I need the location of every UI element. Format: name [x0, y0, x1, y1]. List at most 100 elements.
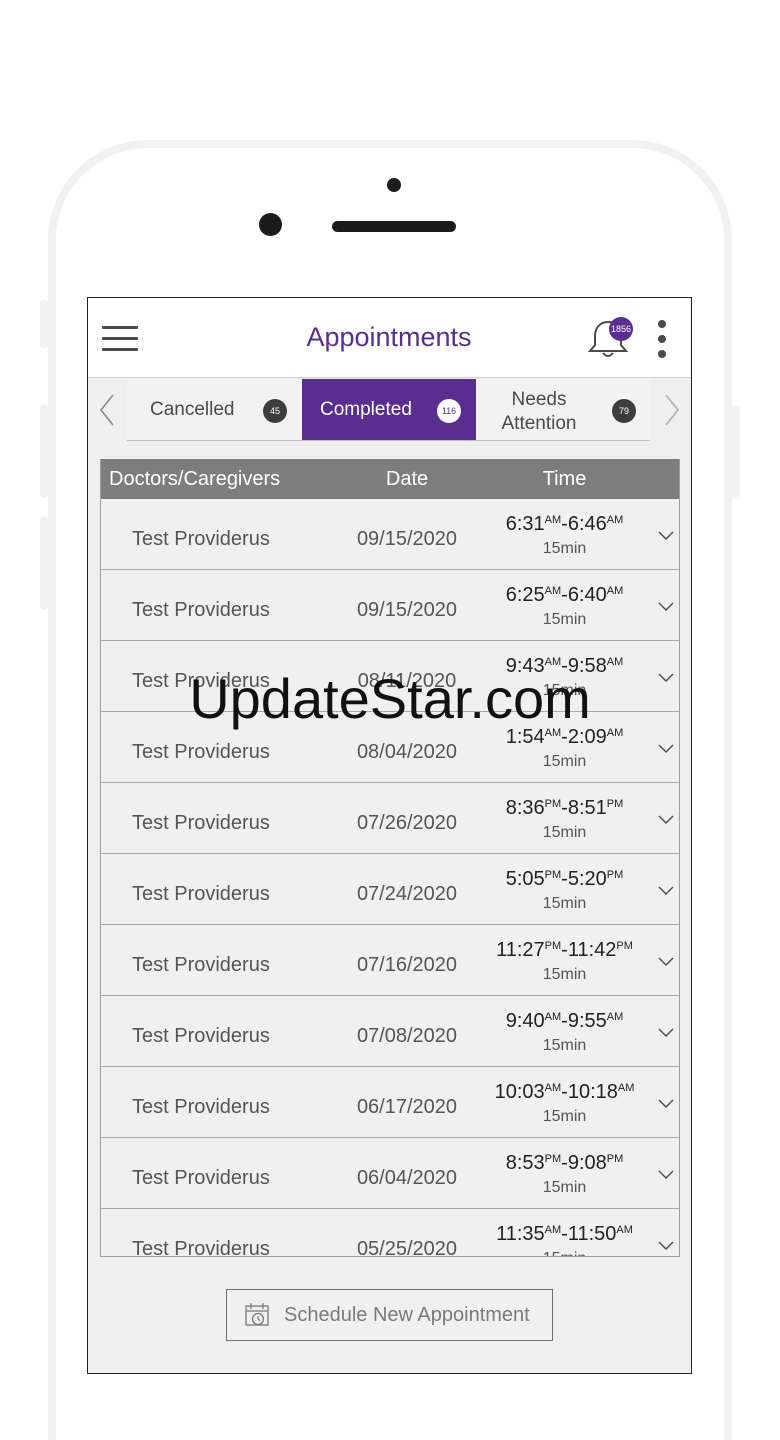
end-ampm: AM [606, 1011, 624, 1023]
end-ampm: AM [617, 1082, 635, 1094]
kebab-icon[interactable] [657, 320, 667, 360]
table-row[interactable]: Test Providerus 06/04/2020 8:53PM-9:08PM 15… [101, 1138, 679, 1209]
chevron-down-icon[interactable] [657, 956, 675, 968]
time-separator: - [561, 655, 568, 677]
chevron-down-icon[interactable] [657, 1027, 675, 1039]
tab-cancelled[interactable]: Cancelled 45 [127, 379, 302, 441]
time-separator: - [561, 584, 568, 606]
table-row[interactable]: Test Providerus 08/11/2020 9:43AM-9:58AM 15… [101, 641, 679, 712]
provider-name: Test Providerus [132, 670, 270, 692]
appointment-time: 9:43AM-9:58AM [486, 655, 643, 678]
phone-front-camera [259, 213, 282, 236]
time-separator: - [561, 1081, 568, 1103]
chevron-down-icon[interactable] [657, 885, 675, 897]
tab-label: Needs Attention [501, 389, 577, 434]
chevron-down-icon[interactable] [657, 1169, 675, 1181]
phone-speaker [332, 221, 456, 232]
column-header: Date [385, 468, 429, 490]
appointment-duration: 15min [542, 682, 587, 699]
tab-label: Cancelled [150, 399, 235, 420]
provider-name: Test Providerus [132, 599, 270, 621]
time-separator: - [561, 1223, 568, 1245]
table-header: Doctors/Caregivers Date Time [101, 459, 679, 499]
schedule-button-label: Schedule New Appointment [284, 1304, 530, 1326]
appointment-duration: 15min [542, 753, 587, 770]
provider-name: Test Providerus [132, 1025, 270, 1047]
table-row[interactable]: Test Providerus 08/04/2020 1:54AM-2:09AM 15… [101, 712, 679, 783]
appointment-time: 6:31AM-6:46AM [486, 513, 643, 536]
start-ampm: PM [544, 869, 562, 881]
end-time: 2:09 [567, 726, 607, 748]
chevron-down-icon[interactable] [657, 601, 675, 613]
appointment-date: 06/04/2020 [356, 1167, 458, 1189]
start-ampm: PM [544, 940, 562, 952]
chevron-down-icon[interactable] [657, 1098, 675, 1110]
chevron-down-icon[interactable] [657, 672, 675, 684]
start-ampm: AM [544, 1011, 562, 1023]
end-time: 6:40 [567, 584, 607, 606]
appointment-date: 09/15/2020 [356, 528, 458, 550]
chevron-right-icon[interactable] [656, 390, 686, 430]
provider-name: Test Providerus [132, 1167, 270, 1189]
appointment-date: 07/24/2020 [356, 883, 458, 905]
end-time: 11:42 [567, 939, 617, 961]
table-row[interactable]: Test Providerus 07/26/2020 8:36PM-8:51PM 15… [101, 783, 679, 854]
phone-side-button [40, 517, 48, 609]
end-time: 5:20 [567, 868, 607, 890]
chevron-down-icon[interactable] [657, 530, 675, 542]
tab-count-badge: 79 [612, 399, 636, 423]
time-separator: - [561, 1152, 568, 1174]
appointment-time: 11:35AM-11:50AM [486, 1223, 643, 1246]
appointment-duration: 15min [542, 824, 587, 841]
table-row[interactable]: Test Providerus 09/15/2020 6:31AM-6:46AM 15… [101, 499, 679, 570]
appointment-date: 07/26/2020 [356, 812, 458, 834]
appointment-time: 8:36PM-8:51PM [486, 797, 643, 820]
chevron-left-icon[interactable] [93, 390, 123, 430]
end-ampm: PM [606, 798, 624, 810]
provider-name: Test Providerus [132, 883, 270, 905]
end-time: 9:08 [567, 1152, 607, 1174]
chevron-down-icon[interactable] [657, 1240, 675, 1252]
time-separator: - [561, 797, 568, 819]
table-row[interactable]: Test Providerus 05/25/2020 11:35AM-11:50AM… [101, 1209, 679, 1256]
table-row[interactable]: Test Providerus 07/08/2020 9:40AM-9:55AM 15… [101, 996, 679, 1067]
table-row[interactable]: Test Providerus 07/16/2020 11:27PM-11:42PM… [101, 925, 679, 996]
end-ampm: PM [606, 1153, 624, 1165]
phone-side-button [40, 300, 48, 348]
appointment-time: 9:40AM-9:55AM [486, 1010, 643, 1033]
chevron-down-icon[interactable] [657, 814, 675, 826]
table-row[interactable]: Test Providerus 07/24/2020 5:05PM-5:20PM 15… [101, 854, 679, 925]
appointment-time: 1:54AM-2:09AM [486, 726, 643, 749]
start-time: 5:05 [505, 868, 545, 890]
table-row[interactable]: Test Providerus 09/15/2020 6:25AM-6:40AM 15… [101, 570, 679, 641]
table-row[interactable]: Test Providerus 06/17/2020 10:03AM-10:18AM… [101, 1067, 679, 1138]
appointment-date: 06/17/2020 [356, 1096, 458, 1118]
end-time: 9:55 [567, 1010, 607, 1032]
end-ampm: AM [606, 585, 624, 597]
tab-needs-attention[interactable]: Needs Attention 79 [476, 379, 650, 441]
schedule-new-appointment-button[interactable]: Schedule New Appointment [226, 1289, 553, 1341]
column-header: Time [542, 468, 587, 490]
appointment-time: 8:53PM-9:08PM [486, 1152, 643, 1175]
appointment-time: 6:25AM-6:40AM [486, 584, 643, 607]
provider-name: Test Providerus [132, 812, 270, 834]
appointment-duration: 15min [542, 1179, 587, 1196]
tab-count-badge: 116 [437, 399, 461, 423]
chevron-down-icon[interactable] [657, 743, 675, 755]
end-time: 8:51 [567, 797, 607, 819]
appointment-date: 07/08/2020 [356, 1025, 458, 1047]
calendar-clock-icon [245, 1303, 269, 1326]
start-time: 11:35 [496, 1223, 545, 1245]
appointment-date: 08/04/2020 [356, 741, 458, 763]
appointment-duration: 15min [542, 1108, 587, 1125]
end-ampm: AM [616, 1224, 633, 1236]
provider-name: Test Providerus [132, 954, 270, 976]
column-header: Doctors/Caregivers [109, 468, 281, 490]
tab-completed[interactable]: Completed 116 [302, 379, 476, 441]
notification-badge: 1856 [609, 317, 633, 341]
start-ampm: AM [544, 727, 562, 739]
end-time: 10:18 [567, 1081, 618, 1103]
time-separator: - [561, 1010, 568, 1032]
appointment-date: 09/15/2020 [356, 599, 458, 621]
start-time: 9:43 [505, 655, 545, 677]
